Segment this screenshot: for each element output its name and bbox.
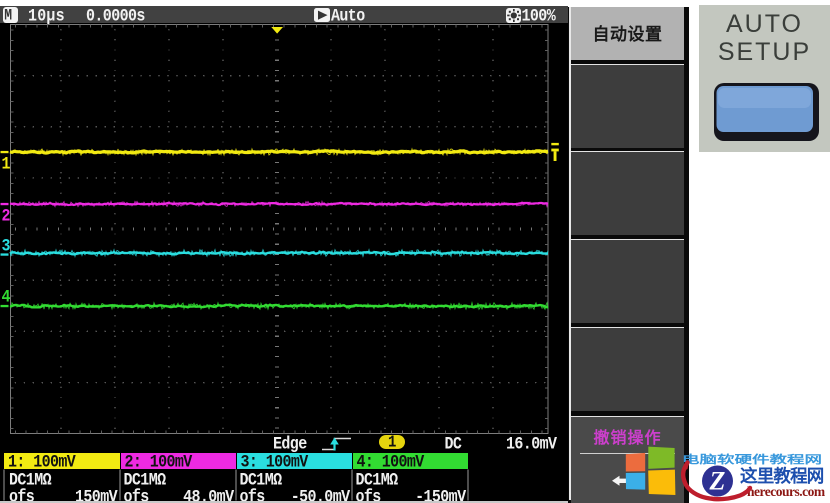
svg-text:Z: Z [709, 467, 726, 496]
